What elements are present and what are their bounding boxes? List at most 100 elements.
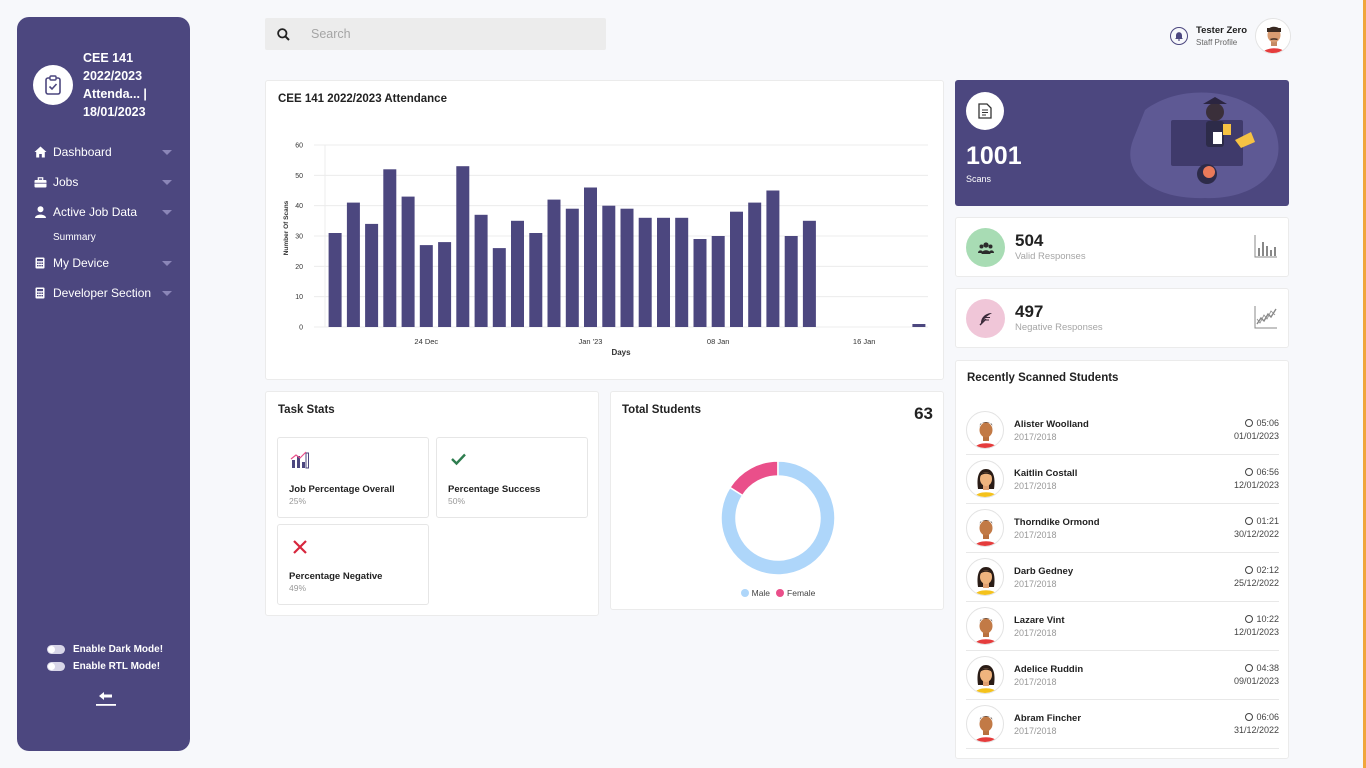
tile-label: Job Percentage Overall [289,484,395,495]
chart-bar[interactable] [766,190,780,328]
chart-bar[interactable] [675,217,689,327]
y-tick-label: 10 [295,294,303,301]
negative-responses-card: 497 Negative Responses [955,288,1289,348]
student-year: 2017/2018 [1014,725,1057,736]
list-item[interactable]: Adelice Ruddin 2017/2018 04:38 09/01/2023 [966,651,1279,700]
student-info: Thorndike Ormond 2017/2018 [1014,517,1234,540]
tile-percentage-success[interactable]: Percentage Success 50% [436,437,588,518]
chart-bar[interactable] [529,233,543,327]
student-year: 2017/2018 [1014,529,1057,540]
legend-item-male[interactable]: Male [740,588,770,598]
chart-bar[interactable] [547,199,561,327]
list-item[interactable]: Lazare Vint 2017/2018 10:22 12/01/2023 [966,602,1279,651]
brand-title: CEE 141 2022/2023 Attenda... | 18/01/202… [83,51,147,119]
bell-icon[interactable] [1170,27,1188,45]
recent-students-title: Recently Scanned Students [967,372,1119,384]
chart-bar[interactable] [383,169,397,327]
chart-bar[interactable] [711,236,725,327]
chart-bar[interactable] [328,233,342,327]
avatar[interactable] [1255,18,1292,54]
clock-icon [1245,615,1254,623]
valid-count: 504 [1015,231,1044,250]
student-name: Alister Woolland [1014,418,1089,430]
chart-bar[interactable] [456,166,470,327]
chart-bar[interactable] [802,220,816,327]
dark-mode-switch[interactable] [47,645,65,654]
rtl-mode-switch[interactable] [47,662,65,671]
y-tick-label: 30 [295,234,303,241]
chart-bar[interactable] [693,239,707,327]
legend-swatch [740,589,749,597]
sidebar-item-active-job-data[interactable]: Active Job Data [17,197,190,227]
dark-mode-toggle[interactable]: Enable Dark Mode! [47,641,163,658]
task-stats-title: Task Stats [278,404,335,416]
chart-bar[interactable] [438,242,452,327]
sidebar-item-jobs[interactable]: Jobs [17,167,190,197]
chevron-down-icon [162,290,172,296]
rtl-mode-label: Enable RTL Mode! [73,661,161,672]
list-item[interactable]: Thorndike Ormond 2017/2018 01:21 30/12/2022 [966,504,1279,553]
recent-students-card: Recently Scanned Students Alister Woolla… [955,360,1289,759]
rtl-mode-toggle[interactable]: Enable RTL Mode! [47,658,163,675]
list-item[interactable]: Alister Woolland 2017/2018 05:06 01/01/2023 [966,406,1279,455]
legend-item-female[interactable]: Female [776,588,815,598]
attendance-chart-card: CEE 141 2022/2023 Attendance Number Of S… [265,80,944,380]
cross-icon [290,537,310,557]
chart-bar[interactable] [419,245,433,327]
scan-time: 02:12 25/12/2022 [1234,564,1279,590]
scans-label: Scans [966,174,992,184]
chart-bar[interactable] [912,324,926,327]
tile-percentage-negative[interactable]: Percentage Negative 49% [277,524,429,605]
chart-bar[interactable] [657,217,670,327]
chart-bar[interactable] [346,202,360,327]
chart-bar[interactable] [584,187,597,328]
chart-bar[interactable] [401,196,415,327]
chart-bar[interactable] [620,208,634,327]
chevron-down-icon [162,149,172,155]
chart-bar[interactable] [784,236,798,327]
student-year: 2017/2018 [1014,431,1057,442]
chart-bar[interactable] [565,208,579,327]
chart-bar[interactable] [492,248,506,327]
document-icon [966,92,1004,130]
y-tick-label: 0 [299,325,303,332]
sidebar-item-my-device[interactable]: My Device [17,248,190,278]
tile-job-percentage[interactable]: Job Percentage Overall 25% [277,437,429,518]
student-year: 2017/2018 [1014,578,1057,589]
chart-bar[interactable] [638,217,652,327]
search-bar [265,18,606,50]
chart-bar[interactable] [730,211,743,327]
student-name: Lazare Vint [1014,614,1065,626]
chart-bar[interactable] [511,220,524,327]
sidebar-item-label: Dashboard [53,145,112,159]
chart-bar[interactable] [748,202,762,327]
mini-bar-chart-icon [1254,234,1278,258]
donut-slice-female[interactable] [728,460,779,497]
chart-bar[interactable] [474,214,488,327]
briefcase-icon [33,175,47,189]
negative-count: 497 [1015,302,1044,321]
clock-icon [1245,664,1254,672]
student-name: Thorndike Ormond [1014,516,1100,528]
list-item[interactable]: Darb Gedney 2017/2018 02:12 25/12/2022 [966,553,1279,602]
chart-bar[interactable] [602,205,616,327]
collapse-sidebar-icon[interactable] [95,689,117,707]
sidebar-subitem-summary[interactable]: Summary [17,227,190,248]
scan-date: 30/12/2022 [1233,529,1279,539]
list-item[interactable]: Abram Fincher 2017/2018 06:06 31/12/2022 [966,700,1279,749]
scan-date: 12/01/2023 [1233,627,1279,637]
chart-bar[interactable] [365,223,379,327]
list-item[interactable]: Kaitlin Costall 2017/2018 06:56 12/01/2023 [966,455,1279,504]
sidebar: CEE 141 2022/2023 Attenda... | 18/01/202… [17,17,190,751]
search-input[interactable] [301,27,591,41]
student-year: 2017/2018 [1014,480,1057,491]
search-icon[interactable] [265,18,301,50]
sidebar-item-dashboard[interactable]: Dashboard [17,137,190,167]
sidebar-item-developer-section[interactable]: Developer Section [17,278,190,308]
user-profile[interactable]: Tester Zero Staff Profile [1170,18,1292,54]
scan-time-value: 01:21 [1256,516,1279,526]
brand: CEE 141 2022/2023 Attenda... | 18/01/202… [33,49,163,121]
total-students-card: Total Students 63 Male Female [610,391,944,610]
tile-label: Percentage Negative [289,571,383,582]
student-info: Alister Woolland 2017/2018 [1014,419,1234,442]
